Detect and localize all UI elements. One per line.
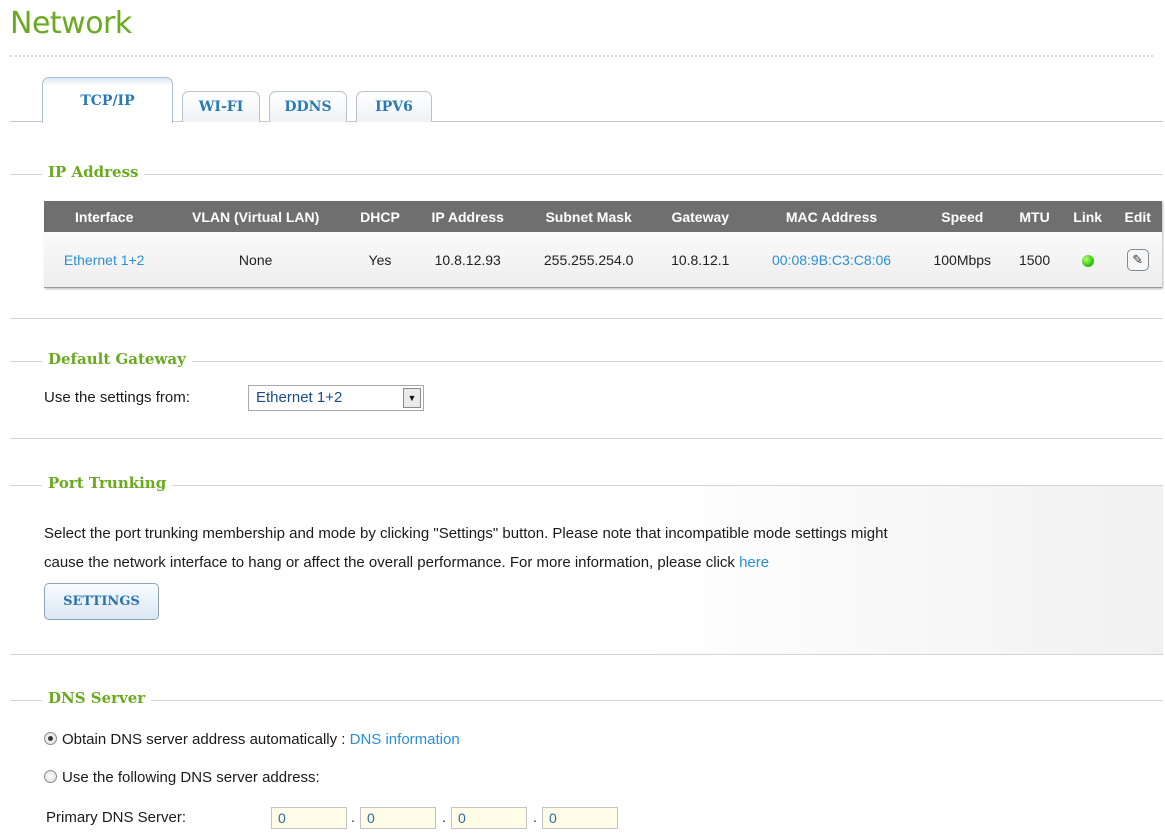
col-mac-address: MAC Address — [745, 201, 918, 232]
title-divider — [10, 55, 1153, 57]
default-gateway-legend: Default Gateway — [42, 350, 192, 368]
primary-dns-octet-2[interactable]: 0 — [360, 807, 436, 829]
dns-manual-label: Use the following DNS server address: — [62, 769, 320, 786]
col-interface: Interface — [44, 201, 165, 232]
tab-ipv6[interactable]: IPV6 — [356, 91, 432, 122]
dns-manual-option[interactable]: Use the following DNS server address: — [44, 769, 320, 786]
port-trunking-description-line2-wrap: cause the network interface to hang or a… — [44, 554, 769, 571]
gateway-source-select[interactable]: Ethernet 1+2 ▼ — [248, 385, 424, 411]
primary-dns-row: Primary DNS Server: 0 . 0 . 0 . 0 — [44, 807, 644, 831]
dns-auto-radio[interactable] — [44, 732, 57, 745]
mtu-value: 1500 — [1007, 232, 1062, 288]
dns-separator: : — [341, 731, 346, 748]
more-info-link[interactable]: here — [739, 554, 769, 571]
tab-wi-fi[interactable]: WI-FI — [182, 91, 260, 122]
dns-information-link[interactable]: DNS information — [350, 731, 460, 748]
port-trunking-description-line2: cause the network interface to hang or a… — [44, 554, 735, 571]
gateway-value: 10.8.12.1 — [654, 232, 746, 288]
dns-manual-radio[interactable] — [44, 770, 57, 783]
ip-address-table: Interface VLAN (Virtual LAN) DHCP IP Add… — [44, 201, 1162, 288]
col-ip-address: IP Address — [412, 201, 523, 232]
vlan-value: None — [164, 232, 347, 288]
gateway-source-label: Use the settings from: — [44, 389, 190, 406]
mac-address-link[interactable]: 00:08:9B:C3:C8:06 — [772, 252, 891, 268]
ip-address-section: IP Address Interface VLAN (Virtual LAN) … — [10, 163, 1163, 319]
ip-value: 10.8.12.93 — [412, 232, 523, 288]
primary-dns-octet-4[interactable]: 0 — [542, 807, 618, 829]
settings-button[interactable]: SETTINGS — [44, 583, 159, 620]
interface-link[interactable]: Ethernet 1+2 — [64, 252, 145, 268]
col-link: Link — [1061, 201, 1114, 232]
port-trunking-description-line1: Select the port trunking membership and … — [44, 525, 888, 542]
table-header-row: Interface VLAN (Virtual LAN) DHCP IP Add… — [44, 201, 1162, 232]
speed-value: 100Mbps — [917, 232, 1008, 288]
subnet-value: 255.255.254.0 — [522, 232, 655, 288]
col-subnet-mask: Subnet Mask — [522, 201, 655, 232]
octet-dot: . — [351, 809, 355, 825]
col-speed: Speed — [917, 201, 1008, 232]
col-gateway: Gateway — [654, 201, 746, 232]
octet-dot: . — [533, 809, 537, 825]
primary-dns-octet-3[interactable]: 0 — [451, 807, 527, 829]
tab-ddns[interactable]: DDNS — [269, 91, 347, 122]
edit-icon[interactable]: ✎ — [1126, 248, 1149, 271]
dns-auto-label: Obtain DNS server address automatically — [62, 731, 338, 748]
col-edit: Edit — [1113, 201, 1162, 232]
col-dhcp: DHCP — [346, 201, 413, 232]
col-vlan: VLAN (Virtual LAN) — [164, 201, 347, 232]
table-row: Ethernet 1+2 None Yes 10.8.12.93 255.255… — [44, 232, 1162, 288]
octet-dot: . — [442, 809, 446, 825]
chevron-down-icon[interactable]: ▼ — [403, 388, 421, 408]
default-gateway-section: Default Gateway Use the settings from: E… — [10, 350, 1163, 439]
ip-address-legend: IP Address — [42, 163, 145, 181]
port-trunking-section: Port Trunking Select the port trunking m… — [10, 474, 1163, 655]
col-mtu: MTU — [1007, 201, 1062, 232]
link-status-icon — [1081, 254, 1094, 267]
tab-bar: TCP/IP WI-FI DDNS IPV6 — [10, 74, 1163, 123]
port-trunking-legend: Port Trunking — [42, 474, 173, 492]
primary-dns-label: Primary DNS Server: — [46, 809, 187, 826]
dns-server-section: DNS Server Obtain DNS server address aut… — [10, 689, 1163, 840]
primary-dns-octet-1[interactable]: 0 — [271, 807, 347, 829]
gateway-source-value: Ethernet 1+2 — [256, 389, 343, 406]
dns-auto-option[interactable]: Obtain DNS server address automatically … — [44, 731, 460, 748]
dns-server-legend: DNS Server — [42, 689, 152, 707]
page-title: Network — [10, 6, 132, 41]
dhcp-value: Yes — [346, 232, 413, 288]
tab-tcp-ip[interactable]: TCP/IP — [42, 77, 173, 123]
